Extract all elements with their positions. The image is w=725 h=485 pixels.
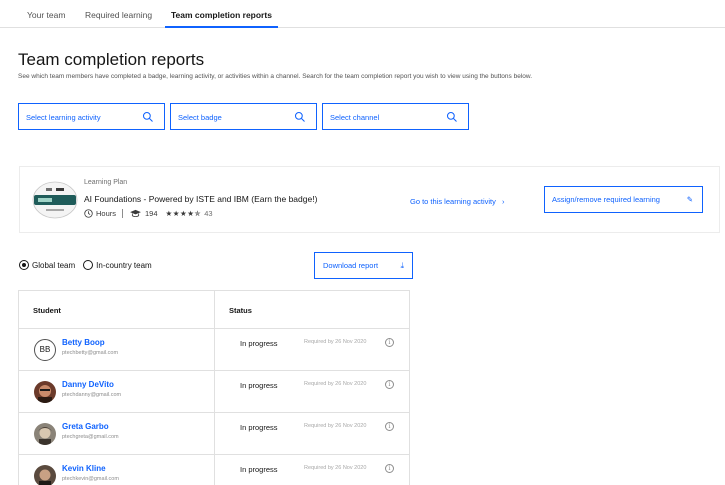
select-channel-button[interactable]: Select channel bbox=[322, 103, 469, 130]
clock-icon bbox=[84, 209, 93, 218]
avatar bbox=[34, 423, 56, 445]
table-row: Greta Garbo ptechgreta@gmail.com In prog… bbox=[19, 413, 409, 455]
radio-in-country-team[interactable] bbox=[83, 260, 94, 270]
edit-icon: ✎ bbox=[686, 195, 693, 204]
plan-learner-count: 194 bbox=[145, 209, 158, 218]
student-email: ptechdanny@gmail.com bbox=[62, 392, 122, 398]
table-header: Student Status bbox=[19, 291, 409, 329]
status-text: In progress bbox=[240, 339, 278, 348]
select-learning-activity-label: Select learning activity bbox=[26, 113, 101, 122]
search-icon bbox=[142, 111, 153, 122]
status-text: In progress bbox=[240, 465, 278, 474]
select-badge-label: Select badge bbox=[178, 113, 222, 122]
required-by-date: Required by 26 Nov 2020 bbox=[304, 465, 367, 471]
tab-team-completion-reports[interactable]: Team completion reports bbox=[165, 0, 278, 28]
page-description: See which team members have completed a … bbox=[18, 73, 533, 80]
student-name-link[interactable]: Danny DeVito bbox=[62, 380, 114, 389]
avatar bbox=[34, 381, 56, 403]
status-text: In progress bbox=[240, 381, 278, 390]
required-by-date: Required by 26 Nov 2020 bbox=[304, 423, 367, 429]
download-icon: ⤓ bbox=[400, 261, 404, 270]
info-icon[interactable]: i bbox=[385, 464, 394, 473]
student-name-link[interactable]: Kevin Kline bbox=[62, 464, 106, 473]
avatar: BB bbox=[34, 339, 56, 361]
go-to-learning-activity-link[interactable]: Go to this learning activity › bbox=[410, 197, 504, 206]
search-icon bbox=[294, 111, 305, 122]
plan-title: AI Foundations - Powered by ISTE and IBM… bbox=[84, 194, 318, 204]
assign-remove-required-learning-button[interactable]: Assign/remove required learning ✎ bbox=[544, 186, 703, 213]
plan-kind: Learning Plan bbox=[84, 179, 128, 186]
column-header-student: Student bbox=[33, 306, 61, 315]
radio-global-team-label[interactable]: Global team bbox=[32, 261, 75, 270]
info-icon[interactable]: i bbox=[385, 380, 394, 389]
status-text: In progress bbox=[240, 423, 278, 432]
table-row: BB Betty Boop ptechbetty@gmail.com In pr… bbox=[19, 329, 409, 371]
table-row: Danny DeVito ptechdanny@gmail.com In pro… bbox=[19, 371, 409, 413]
rating-stars-icon: ★★★★✯ bbox=[165, 209, 202, 218]
radio-in-country-team-label[interactable]: In-country team bbox=[96, 261, 152, 270]
required-by-date: Required by 26 Nov 2020 bbox=[304, 339, 367, 345]
student-email: ptechkevin@gmail.com bbox=[62, 476, 119, 482]
required-by-date: Required by 26 Nov 2020 bbox=[304, 381, 367, 387]
completion-table: Student Status BB Betty Boop ptechbetty@… bbox=[18, 290, 410, 485]
assign-remove-label: Assign/remove required learning bbox=[552, 195, 660, 204]
info-icon[interactable]: i bbox=[385, 422, 394, 431]
plan-duration: Hours bbox=[96, 209, 117, 218]
select-badge-button[interactable]: Select badge bbox=[170, 103, 317, 130]
download-report-label: Download report bbox=[323, 261, 379, 270]
student-email: ptechbetty@gmail.com bbox=[62, 350, 119, 356]
tab-your-team[interactable]: Your team bbox=[27, 0, 65, 28]
learning-plan-card: Learning Plan AI Foundations - Powered b… bbox=[19, 166, 720, 233]
student-name-link[interactable]: Betty Boop bbox=[62, 338, 105, 347]
radio-global-team[interactable] bbox=[19, 260, 29, 270]
avatar bbox=[34, 465, 56, 485]
plan-meta: Hours 194 ★★★★✯ 43 bbox=[84, 209, 213, 218]
rating-count: 43 bbox=[204, 209, 213, 218]
student-name-link[interactable]: Greta Garbo bbox=[62, 422, 109, 431]
chevron-right-icon: › bbox=[501, 197, 505, 206]
student-email: ptechgreta@gmail.com bbox=[62, 434, 119, 440]
info-icon[interactable]: i bbox=[385, 338, 394, 347]
graduation-cap-icon bbox=[130, 209, 141, 218]
page-title: Team completion reports bbox=[18, 50, 205, 69]
table-row: Kevin Kline ptechkevin@gmail.com In prog… bbox=[19, 455, 409, 485]
team-filter: Global team In-country team bbox=[19, 260, 160, 270]
download-report-button[interactable]: Download report ⤓ bbox=[314, 252, 413, 279]
search-icon bbox=[446, 111, 457, 122]
select-channel-label: Select channel bbox=[330, 113, 380, 122]
go-to-learning-activity-label: Go to this learning activity bbox=[410, 197, 496, 206]
column-header-status: Status bbox=[229, 306, 252, 315]
select-learning-activity-button[interactable]: Select learning activity bbox=[18, 103, 165, 130]
badge-logo bbox=[32, 181, 78, 219]
tab-required-learning[interactable]: Required learning bbox=[85, 0, 152, 28]
tab-bar: Your team Required learning Team complet… bbox=[0, 0, 725, 28]
